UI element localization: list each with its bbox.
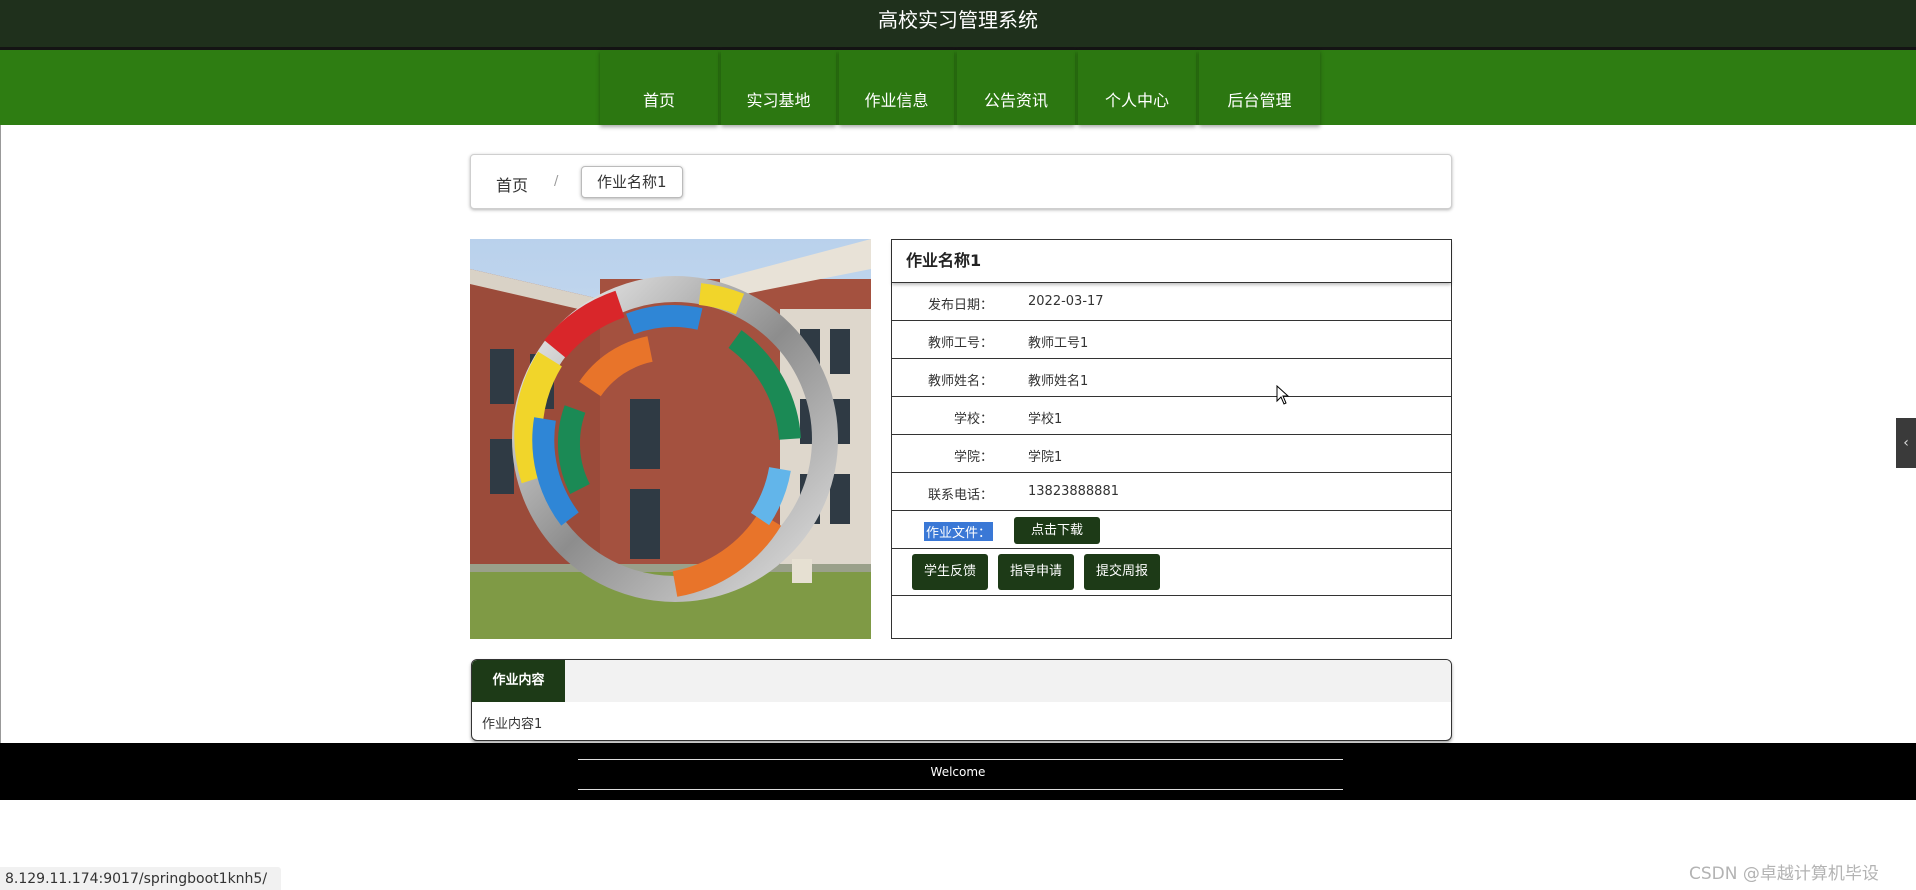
page-left-border [0, 125, 1, 743]
field-value: 教师姓名1 [1028, 374, 1089, 389]
chevron-left-icon: ‹ [1903, 435, 1909, 451]
main-nav: 首页 实习基地 作业信息 公告资讯 个人中心 后台管理 [0, 50, 1916, 125]
field-row-phone: 联系电话： 13823888881 [892, 473, 1451, 511]
footer-welcome: Welcome [930, 765, 986, 779]
field-value: 学院1 [1028, 450, 1063, 465]
field-label: 联系电话： [927, 488, 993, 503]
mouse-cursor-icon [1276, 384, 1290, 409]
field-value: 学校1 [1028, 412, 1063, 427]
nav-item-announcements[interactable]: 公告资讯 [957, 50, 1075, 125]
field-row-teacher-id: 教师工号： 教师工号1 [892, 321, 1451, 359]
footer: Welcome [0, 743, 1916, 800]
field-label: 发布日期： [927, 298, 993, 313]
footer-divider [578, 759, 1343, 760]
submit-weekly-report-button[interactable]: 提交周报 [1084, 554, 1160, 590]
nav-item-internship-base[interactable]: 实习基地 [721, 50, 836, 125]
field-value: 13823888881 [1028, 484, 1119, 499]
breadcrumb-current: 作业名称1 [581, 166, 683, 198]
nav-item-homework-info[interactable]: 作业信息 [839, 50, 954, 125]
nav-item-personal-center[interactable]: 个人中心 [1078, 50, 1196, 125]
browser-status-url: 8.129.11.174:9017/springboot1knh5/ [0, 867, 281, 890]
guidance-request-button[interactable]: 指导申请 [998, 554, 1074, 590]
homework-detail-panel: 作业名称1 发布日期： 2022-03-17 教师工号： 教师工号1 教师姓名：… [891, 239, 1452, 639]
field-value: 2022-03-17 [1028, 294, 1104, 309]
content-tab-bar: 作业内容 [472, 660, 1451, 702]
field-row-publish-date: 发布日期： 2022-03-17 [892, 283, 1451, 321]
sculpture-photo [470, 239, 871, 639]
action-buttons: 学生反馈 指导申请 提交周报 [892, 549, 1451, 596]
nav-item-home[interactable]: 首页 [600, 50, 718, 125]
field-label: 教师工号： [927, 336, 993, 351]
breadcrumb-home-link[interactable]: 首页 [496, 172, 528, 196]
homework-image [470, 239, 871, 639]
detail-title: 作业名称1 [892, 240, 1451, 283]
field-value: 教师工号1 [1028, 336, 1089, 351]
homework-content-panel: 作业内容 作业内容1 [471, 659, 1452, 741]
field-row-teacher-name: 教师姓名： 教师姓名1 [892, 359, 1451, 397]
side-panel-toggle[interactable]: ‹ [1896, 418, 1916, 468]
field-row-school: 学校： 学校1 [892, 397, 1451, 435]
footer-divider [578, 789, 1343, 790]
watermark: CSDN @卓越计算机毕设 [1689, 864, 1879, 884]
field-row-homework-file: 作业文件： 点击下载 [892, 511, 1451, 549]
file-label: 作业文件： [923, 522, 993, 541]
field-label: 学院： [953, 450, 993, 465]
breadcrumb-separator: / [554, 174, 559, 189]
site-title: 高校实习管理系统 [0, 0, 1916, 50]
homework-content-text: 作业内容1 [482, 717, 543, 732]
field-row-college: 学院： 学院1 [892, 435, 1451, 473]
breadcrumb: 首页 / 作业名称1 [470, 154, 1452, 209]
student-feedback-button[interactable]: 学生反馈 [912, 554, 988, 590]
field-label: 学校： [953, 412, 993, 427]
download-button[interactable]: 点击下载 [1014, 517, 1100, 544]
tab-homework-content[interactable]: 作业内容 [472, 660, 565, 702]
nav-item-admin[interactable]: 后台管理 [1199, 50, 1320, 125]
field-label: 教师姓名： [927, 374, 993, 389]
